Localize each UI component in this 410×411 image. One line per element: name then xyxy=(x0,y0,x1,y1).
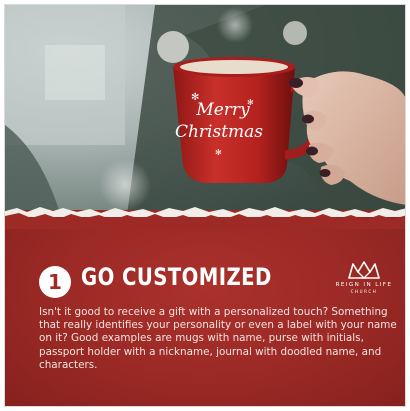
snowflake-icon: ✻ xyxy=(215,148,222,157)
snowflake-icon: ✻ xyxy=(247,98,254,107)
ornament-ball xyxy=(283,21,307,45)
nail-polish xyxy=(302,114,314,124)
nail-polish xyxy=(289,78,303,88)
step-number-badge: 1 xyxy=(39,266,71,298)
christmas-mug-photo: Merry Christmas ✻ ✻ ✻ xyxy=(5,5,405,230)
window-pane xyxy=(45,45,105,100)
mug-text-christmas: Christmas xyxy=(175,122,263,142)
nail-polish xyxy=(319,169,331,177)
greeting-card: Merry Christmas ✻ ✻ ✻ 1 GO CUSTOMIZED RE… xyxy=(4,4,406,407)
ornament-ball xyxy=(157,31,189,63)
snowflake-icon: ✻ xyxy=(191,92,199,103)
logo-name: REIGN IN LIFE xyxy=(335,282,393,288)
crown-icon xyxy=(348,261,380,279)
bokeh-light xyxy=(217,7,253,43)
section-title: GO CUSTOMIZED xyxy=(81,263,272,291)
church-logo: REIGN IN LIFE CHURCH xyxy=(335,260,393,298)
photo-illustration: Merry Christmas ✻ ✻ ✻ xyxy=(5,5,405,230)
mug-text-merry: Merry xyxy=(195,100,250,120)
torn-paper-edge xyxy=(5,207,405,229)
description-text: Isn't it good to receive a gift with a p… xyxy=(39,306,397,371)
logo-subtitle: CHURCH xyxy=(350,289,378,294)
nail-polish xyxy=(306,146,318,156)
